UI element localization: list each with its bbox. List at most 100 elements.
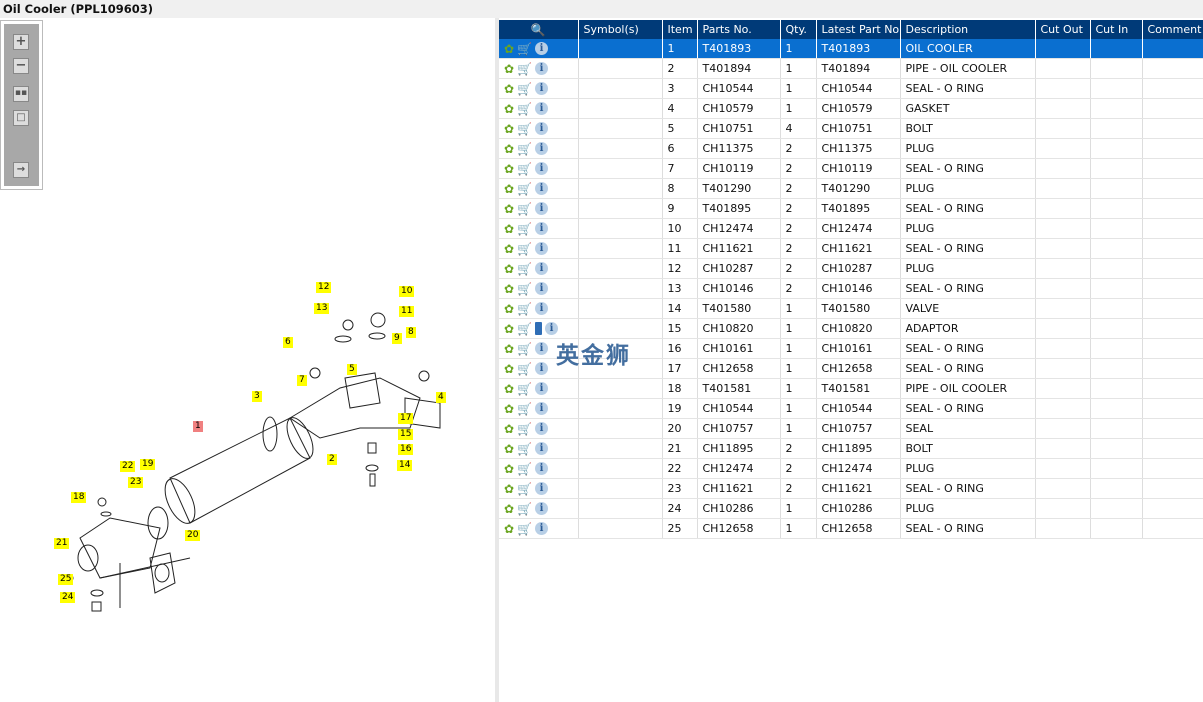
cart-icon[interactable]: 🛒 [517, 222, 532, 236]
callout-23[interactable]: 23 [128, 477, 144, 488]
gear-icon[interactable]: ✿ [504, 502, 514, 516]
callout-1[interactable]: 1 [193, 421, 203, 432]
cart-icon[interactable]: 🛒 [517, 142, 532, 156]
callout-13[interactable]: 13 [314, 303, 330, 314]
gear-icon[interactable]: ✿ [504, 322, 514, 336]
gear-icon[interactable]: ✿ [504, 382, 514, 396]
cart-icon[interactable]: 🛒 [517, 62, 532, 76]
callout-14[interactable]: 14 [397, 460, 413, 471]
callout-21[interactable]: 21 [54, 538, 70, 549]
cart-icon[interactable]: 🛒 [517, 102, 532, 116]
table-row[interactable]: ✿ 🛒 i 20 CH10757 1 CH10757 SEAL [499, 418, 1203, 439]
gear-icon[interactable]: ✿ [504, 342, 514, 356]
info-icon[interactable]: i [535, 342, 549, 355]
callout-15[interactable]: 15 [398, 429, 414, 440]
gear-icon[interactable]: ✿ [504, 402, 514, 416]
callout-10[interactable]: 10 [399, 286, 415, 297]
info-icon[interactable]: i [535, 262, 549, 275]
info-icon[interactable]: i [535, 462, 549, 475]
table-row[interactable]: ✿ 🛒 i 18 T401581 1 T401581 PIPE - OIL COOLER [499, 378, 1203, 399]
callout-18[interactable]: 18 [71, 492, 87, 503]
gear-icon[interactable]: ✿ [504, 302, 514, 316]
cart-icon[interactable]: 🛒 [517, 162, 532, 176]
info-icon[interactable]: i [535, 82, 549, 95]
table-row[interactable]: ✿ 🛒 i 25 CH12658 1 CH12658 SEAL - O RING [499, 518, 1203, 539]
cart-icon[interactable]: 🛒 [517, 82, 532, 96]
search-icon[interactable]: 🔍 [531, 23, 546, 37]
cart-icon[interactable]: 🛒 [517, 122, 532, 136]
cart-icon[interactable]: 🛒 [517, 422, 532, 436]
cart-icon[interactable]: 🛒 [517, 342, 532, 356]
table-row[interactable]: ✿ 🛒 i 19 CH10544 1 CH10544 SEAL - O RING [499, 398, 1203, 419]
gear-icon[interactable]: ✿ [504, 82, 514, 96]
cart-icon[interactable]: 🛒 [517, 202, 532, 216]
gear-icon[interactable]: ✿ [504, 122, 514, 136]
info-icon[interactable]: i [535, 522, 549, 535]
gear-icon[interactable]: ✿ [504, 142, 514, 156]
table-row[interactable]: ✿ 🛒 i 21 CH11895 2 CH11895 BOLT [499, 438, 1203, 459]
table-row[interactable]: ✿ 🛒 i 3 CH10544 1 CH10544 SEAL - O RING [499, 78, 1203, 99]
gear-icon[interactable]: ✿ [504, 282, 514, 296]
cart-icon[interactable]: 🛒 [517, 282, 532, 296]
column-header[interactable]: Parts No. [697, 20, 781, 39]
gear-icon[interactable]: ✿ [504, 422, 514, 436]
callout-16[interactable]: 16 [398, 444, 414, 455]
info-icon[interactable]: i [535, 222, 549, 235]
info-icon[interactable]: i [535, 382, 549, 395]
callout-25[interactable]: 25 [58, 574, 74, 585]
callout-4[interactable]: 4 [436, 392, 446, 403]
table-row[interactable]: ✿ 🛒 i 13 CH10146 2 CH10146 SEAL - O RING [499, 278, 1203, 299]
gear-icon[interactable]: ✿ [504, 62, 514, 76]
gear-icon[interactable]: ✿ [504, 262, 514, 276]
cart-icon[interactable]: 🛒 [517, 382, 532, 396]
cart-icon[interactable]: 🛒 [517, 302, 532, 316]
column-header[interactable]: Symbol(s) [578, 20, 663, 39]
column-header[interactable]: Item [662, 20, 698, 39]
cart-icon[interactable]: 🛒 [517, 262, 532, 276]
table-row[interactable]: ✿ 🛒 i 8 T401290 2 T401290 PLUG [499, 178, 1203, 199]
table-row[interactable]: ✿ 🛒 i 24 CH10286 1 CH10286 PLUG [499, 498, 1203, 519]
column-header[interactable]: Comment [1142, 20, 1203, 39]
column-header[interactable]: Latest Part No. [816, 20, 901, 39]
column-header[interactable]: Cut In [1090, 20, 1143, 39]
gear-icon[interactable]: ✿ [504, 162, 514, 176]
fit-all-button[interactable]: ▪▪ [13, 86, 29, 102]
info-icon[interactable]: i [535, 442, 549, 455]
gear-icon[interactable]: ✿ [504, 42, 514, 56]
cart-icon[interactable]: 🛒 [517, 522, 532, 536]
callout-2[interactable]: 2 [327, 454, 337, 465]
info-icon[interactable]: i [535, 102, 549, 115]
callout-22[interactable]: 22 [120, 461, 136, 472]
book-icon[interactable] [535, 322, 543, 335]
callout-20[interactable]: 20 [185, 530, 201, 541]
gear-icon[interactable]: ✿ [504, 482, 514, 496]
cart-icon[interactable]: 🛒 [517, 42, 532, 56]
cart-icon[interactable]: 🛒 [517, 402, 532, 416]
zoom-out-button[interactable]: − [13, 58, 29, 74]
cart-icon[interactable]: 🛒 [517, 442, 532, 456]
info-icon[interactable]: i [535, 242, 549, 255]
table-row[interactable]: ✿ 🛒 i 22 CH12474 2 CH12474 PLUG [499, 458, 1203, 479]
callout-6[interactable]: 6 [283, 337, 293, 348]
table-row[interactable]: ✿ 🛒 i 1 T401893 1 T401893 OIL COOLER [499, 39, 1203, 59]
table-row[interactable]: ✿ 🛒 i 5 CH10751 4 CH10751 BOLT [499, 118, 1203, 139]
info-icon[interactable]: i [535, 142, 549, 155]
info-icon[interactable]: i [545, 322, 559, 335]
callout-12[interactable]: 12 [316, 282, 332, 293]
callout-17[interactable]: 17 [398, 413, 414, 424]
info-icon[interactable]: i [535, 302, 549, 315]
cart-icon[interactable]: 🛒 [517, 462, 532, 476]
info-icon[interactable]: i [535, 282, 549, 295]
info-icon[interactable]: i [535, 202, 549, 215]
table-row[interactable]: ✿ 🛒 i 6 CH11375 2 CH11375 PLUG [499, 138, 1203, 159]
callout-5[interactable]: 5 [347, 364, 357, 375]
table-row[interactable]: ✿ 🛒 i 14 T401580 1 T401580 VALVE [499, 298, 1203, 319]
callout-7[interactable]: 7 [297, 375, 307, 386]
table-row[interactable]: ✿ 🛒 i 7 CH10119 2 CH10119 SEAL - O RING [499, 158, 1203, 179]
gear-icon[interactable]: ✿ [504, 182, 514, 196]
callout-19[interactable]: 19 [140, 459, 156, 470]
table-row[interactable]: ✿ 🛒 i 2 T401894 1 T401894 PIPE - OIL COOLER [499, 58, 1203, 79]
callout-3[interactable]: 3 [252, 391, 262, 402]
fit-window-button[interactable]: □ [13, 110, 29, 126]
info-icon[interactable]: i [535, 42, 549, 55]
